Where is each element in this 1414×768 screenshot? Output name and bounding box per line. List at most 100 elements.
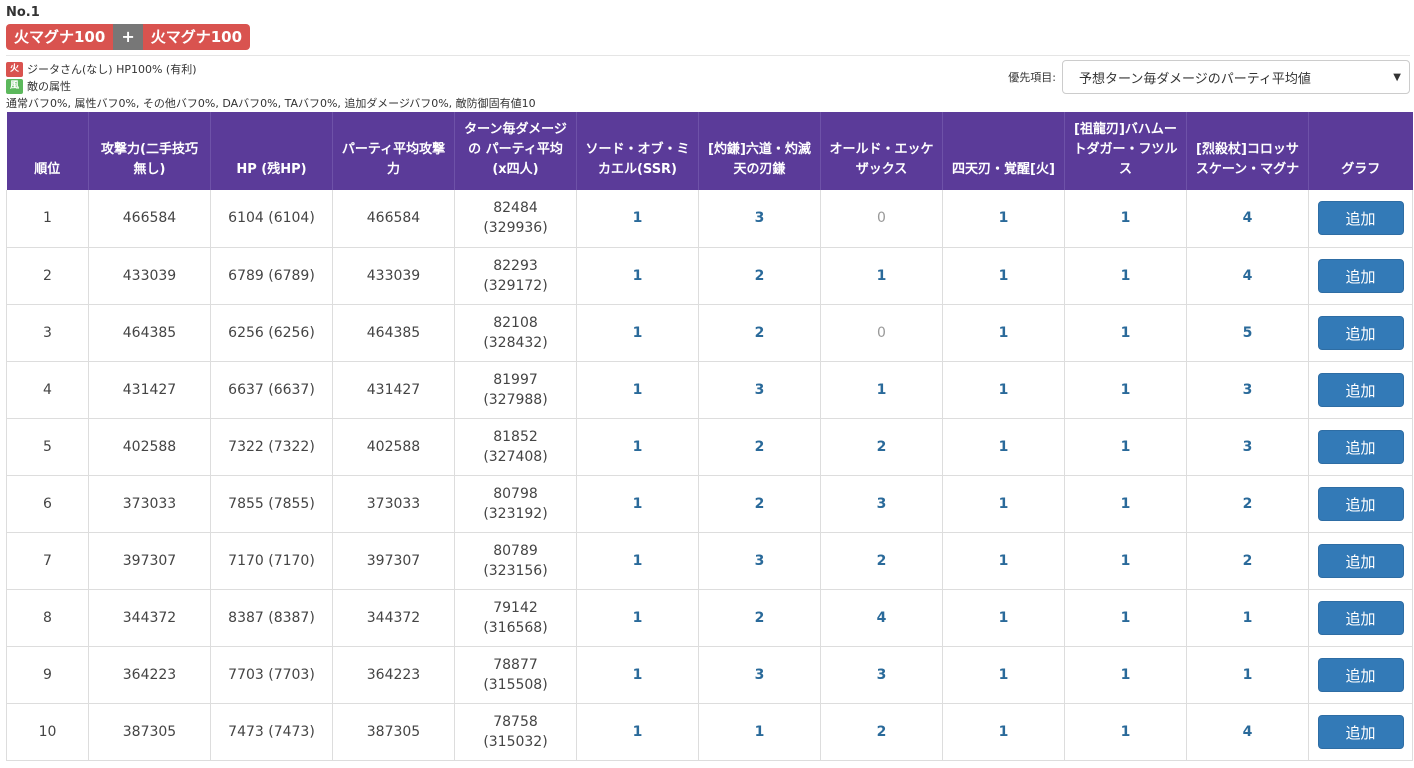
graph-cell: 追加 bbox=[1308, 589, 1413, 647]
turn-damage-value: 82293 bbox=[493, 257, 538, 274]
graph-cell: 追加 bbox=[1308, 304, 1413, 362]
attack-cell: 466584 bbox=[88, 190, 211, 248]
turn-damage-cell: 78877 (315508) bbox=[454, 646, 577, 704]
attack-cell: 464385 bbox=[88, 304, 211, 362]
weapon-count-cell: 1 bbox=[1186, 646, 1309, 704]
caret-down-icon: ▼ bbox=[1393, 71, 1401, 83]
rank-cell: 9 bbox=[6, 646, 89, 704]
table-row: 5 402588 7322 (7322) 402588 81852 (327408) 1 2 2… bbox=[6, 418, 1413, 476]
table-row: 8 344372 8387 (8387) 344372 79142 (316568) 1 2 4… bbox=[6, 589, 1413, 647]
summon-right-badge: 火マグナ100 bbox=[142, 24, 251, 50]
add-graph-button[interactable]: 追加 bbox=[1317, 543, 1404, 578]
graph-cell: 追加 bbox=[1308, 703, 1413, 761]
weapon-count-cell: 3 bbox=[1186, 361, 1309, 419]
graph-cell: 追加 bbox=[1308, 361, 1413, 419]
turn-damage-cell: 80798 (323192) bbox=[454, 475, 577, 533]
add-graph-button[interactable]: 追加 bbox=[1317, 429, 1404, 464]
column-header[interactable]: 順位 bbox=[6, 112, 89, 190]
weapon-count-cell: 2 bbox=[820, 532, 943, 590]
weapon-count-cell: 2 bbox=[698, 247, 821, 305]
turn-damage-cell: 82293 (329172) bbox=[454, 247, 577, 305]
weapon-count-cell: 1 bbox=[576, 304, 699, 362]
party-avg-attack-cell: 433039 bbox=[332, 247, 455, 305]
graph-cell: 追加 bbox=[1308, 475, 1413, 533]
graph-cell: 追加 bbox=[1308, 532, 1413, 590]
results-table: 順位 攻撃力(二手技巧無し) HP (残HP) パーティ平均攻撃力 ターン毎ダメージの … bbox=[6, 112, 1413, 761]
weapon-count-cell: 1 bbox=[576, 475, 699, 533]
column-header[interactable]: ソード・オブ・ミカエル(SSR) bbox=[576, 112, 699, 190]
column-header[interactable]: パーティ平均攻撃力 bbox=[332, 112, 455, 190]
column-header[interactable]: [烈殺杖]コロッサスケーン・マグナ bbox=[1186, 112, 1309, 190]
hp-cell: 6104 (6104) bbox=[210, 190, 333, 248]
weapon-count-cell: 1 bbox=[576, 418, 699, 476]
party-avg-attack-cell: 397307 bbox=[332, 532, 455, 590]
attack-cell: 364223 bbox=[88, 646, 211, 704]
attack-cell: 344372 bbox=[88, 589, 211, 647]
attack-cell: 433039 bbox=[88, 247, 211, 305]
weapon-count-cell: 0 bbox=[820, 304, 943, 362]
turn-damage-value: 82108 bbox=[493, 314, 538, 331]
weapon-count-cell: 1 bbox=[576, 247, 699, 305]
graph-cell: 追加 bbox=[1308, 418, 1413, 476]
weapon-count-cell: 1 bbox=[698, 703, 821, 761]
column-header[interactable]: ターン毎ダメージの パーティ平均 (x四人) bbox=[454, 112, 577, 190]
add-graph-button[interactable]: 追加 bbox=[1317, 372, 1404, 407]
turn-damage-value: 81852 bbox=[493, 428, 538, 445]
add-graph-button[interactable]: 追加 bbox=[1317, 201, 1404, 236]
turn-damage-x4-value: (316568) bbox=[483, 619, 548, 636]
weapon-count-cell: 4 bbox=[820, 589, 943, 647]
weapon-count-cell: 1 bbox=[942, 475, 1065, 533]
table-row: 2 433039 6789 (6789) 433039 82293 (329172) 1 2 1… bbox=[6, 247, 1413, 305]
weapon-count-cell: 1 bbox=[1064, 646, 1187, 704]
party-avg-attack-cell: 402588 bbox=[332, 418, 455, 476]
weapon-count-cell: 1 bbox=[1064, 532, 1187, 590]
turn-damage-x4-value: (328432) bbox=[483, 334, 548, 351]
column-header[interactable]: HP (残HP) bbox=[210, 112, 333, 190]
column-header[interactable]: 攻撃力(二手技巧無し) bbox=[88, 112, 211, 190]
column-header[interactable]: [祖龍刃]バハムートダガー・フツルス bbox=[1064, 112, 1187, 190]
priority-select[interactable]: 予想ターン毎ダメージのパーティ平均値 ▼ bbox=[1062, 60, 1410, 94]
attack-cell: 431427 bbox=[88, 361, 211, 419]
turn-damage-x4-value: (327408) bbox=[483, 448, 548, 465]
add-graph-button[interactable]: 追加 bbox=[1317, 714, 1404, 749]
attack-cell: 397307 bbox=[88, 532, 211, 590]
turn-damage-value: 78758 bbox=[493, 713, 538, 730]
weapon-count-cell: 1 bbox=[576, 646, 699, 704]
add-graph-button[interactable]: 追加 bbox=[1317, 258, 1404, 293]
turn-damage-cell: 81852 (327408) bbox=[454, 418, 577, 476]
add-graph-button[interactable]: 追加 bbox=[1317, 600, 1404, 635]
graph-cell: 追加 bbox=[1308, 646, 1413, 704]
turn-damage-x4-value: (323156) bbox=[483, 562, 548, 579]
add-graph-button[interactable]: 追加 bbox=[1317, 657, 1404, 692]
weapon-count-cell: 1 bbox=[820, 361, 943, 419]
turn-damage-x4-value: (323192) bbox=[483, 505, 548, 522]
table-body: 1 466584 6104 (6104) 466584 82484 (329936) 1 3 0… bbox=[6, 190, 1413, 761]
add-graph-button[interactable]: 追加 bbox=[1317, 315, 1404, 350]
rank-cell: 4 bbox=[6, 361, 89, 419]
wind-element-icon: 風 bbox=[6, 79, 23, 94]
rank-cell: 1 bbox=[6, 190, 89, 248]
character-info-line: 火 ジータさん(なし) HP100% (有利) bbox=[6, 61, 536, 78]
weapon-count-cell: 1 bbox=[576, 589, 699, 647]
weapon-count-cell: 1 bbox=[942, 703, 1065, 761]
weapon-count-cell: 1 bbox=[942, 646, 1065, 704]
column-header[interactable]: グラフ bbox=[1308, 112, 1413, 190]
table-header-row: 順位 攻撃力(二手技巧無し) HP (残HP) パーティ平均攻撃力 ターン毎ダメージの … bbox=[6, 112, 1413, 190]
turn-damage-cell: 79142 (316568) bbox=[454, 589, 577, 647]
weapon-count-cell: 2 bbox=[1186, 475, 1309, 533]
column-header[interactable]: オールド・エッケザックス bbox=[820, 112, 943, 190]
weapon-count-cell: 1 bbox=[942, 361, 1065, 419]
column-header[interactable]: 四天刃・覚醒[火] bbox=[942, 112, 1065, 190]
add-graph-button[interactable]: 追加 bbox=[1317, 486, 1404, 521]
weapon-count-cell: 3 bbox=[698, 361, 821, 419]
weapon-count-cell: 1 bbox=[576, 361, 699, 419]
column-header[interactable]: [灼鎌]六道・灼滅天の刃鎌 bbox=[698, 112, 821, 190]
hp-cell: 7855 (7855) bbox=[210, 475, 333, 533]
enemy-info-text: 敵の属性 bbox=[27, 80, 71, 93]
weapon-count-cell: 1 bbox=[1064, 703, 1187, 761]
weapon-count-cell: 1 bbox=[942, 589, 1065, 647]
turn-damage-cell: 78758 (315032) bbox=[454, 703, 577, 761]
weapon-count-cell: 2 bbox=[1186, 532, 1309, 590]
weapon-count-cell: 2 bbox=[698, 475, 821, 533]
party-avg-attack-cell: 431427 bbox=[332, 361, 455, 419]
